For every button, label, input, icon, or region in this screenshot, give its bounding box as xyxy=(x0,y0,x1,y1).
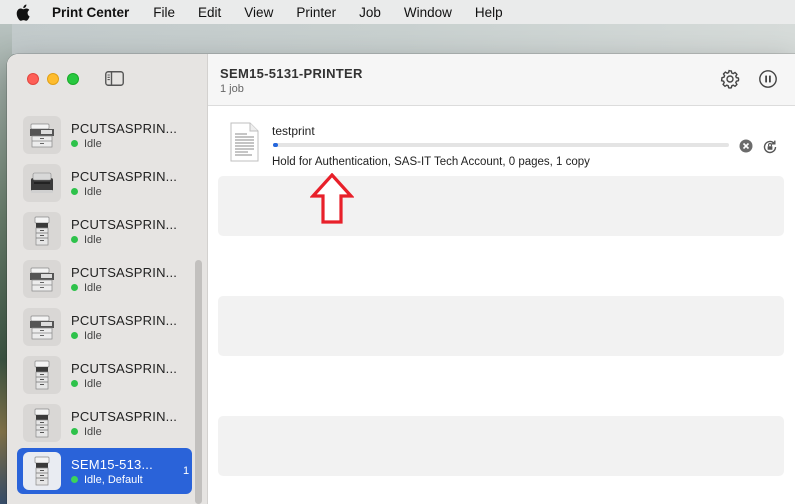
printer-text: PCUTSASPRIN... Idle xyxy=(71,361,179,390)
printer-name: PCUTSASPRIN... xyxy=(71,120,178,136)
printer-status: Idle, Default xyxy=(71,474,179,486)
printer-icon xyxy=(23,212,61,250)
printer-status-text: Idle xyxy=(84,281,102,294)
printer-list-item[interactable]: PCUTSASPRIN... Idle xyxy=(17,112,192,158)
settings-gear-icon[interactable] xyxy=(720,69,740,89)
menu-print-center[interactable]: Print Center xyxy=(52,5,129,20)
printer-text: PCUTSASPRIN... Idle xyxy=(71,169,179,198)
apple-icon[interactable] xyxy=(16,3,32,21)
printer-list-item[interactable]: PCUTSASPRIN... Idle xyxy=(17,352,192,398)
printer-text: SEM15-513... Idle, Default xyxy=(71,457,179,486)
printer-list-item[interactable]: PCUTSASPRIN... Idle xyxy=(17,160,192,206)
minimize-window-button[interactable] xyxy=(47,73,59,85)
status-dot-icon xyxy=(71,284,78,291)
printer-icon xyxy=(23,116,61,154)
printer-name: PCUTSASPRIN... xyxy=(71,264,178,280)
printer-status-text: Idle xyxy=(84,233,102,246)
printer-list-item[interactable]: PCUTSASPRIN... Idle xyxy=(17,400,192,446)
print-job-row[interactable]: testprint Hold for Authentication, SAS-I… xyxy=(228,122,783,174)
menu-window[interactable]: Window xyxy=(404,5,452,20)
status-dot-icon xyxy=(71,332,78,339)
printer-name: PCUTSASPRIN... xyxy=(71,312,178,328)
printer-name: PCUTSASPRIN... xyxy=(71,408,178,424)
window-controls xyxy=(27,73,87,85)
close-window-button[interactable] xyxy=(27,73,39,85)
printer-icon xyxy=(23,260,61,298)
sidebar: PCUTSASPRIN... Idle PCUTSASPRIN... Idle PCUT… xyxy=(7,54,208,504)
printer-status: Idle xyxy=(71,234,179,246)
printer-text: PCUTSASPRIN... Idle xyxy=(71,265,179,294)
printer-status: Idle xyxy=(71,378,179,390)
printer-text: PCUTSASPRIN... Idle xyxy=(71,121,179,150)
empty-job-row xyxy=(218,296,784,356)
printer-status-text: Idle xyxy=(84,329,102,342)
printer-icon xyxy=(23,308,61,346)
menu-view[interactable]: View xyxy=(244,5,273,20)
job-status-text: Hold for Authentication, SAS-IT Tech Acc… xyxy=(272,156,590,168)
status-dot-icon xyxy=(71,380,78,387)
printer-icon xyxy=(23,356,61,394)
job-count: 1 job xyxy=(220,83,244,95)
empty-job-row xyxy=(218,416,784,476)
printer-text: PCUTSASPRIN... Idle xyxy=(71,313,179,342)
printer-status: Idle xyxy=(71,138,179,150)
menu-bar: Print Center File Edit View Printer Job Window… xyxy=(0,0,795,24)
sidebar-scrollbar[interactable] xyxy=(195,260,202,504)
printer-name: PCUTSASPRIN... xyxy=(71,360,178,376)
status-dot-icon xyxy=(71,140,78,147)
print-center-window: PCUTSASPRIN... Idle PCUTSASPRIN... Idle PCUT… xyxy=(7,54,795,504)
menu-printer[interactable]: Printer xyxy=(296,5,336,20)
printer-status: Idle xyxy=(71,426,179,438)
empty-job-row xyxy=(218,176,784,236)
printer-status-text: Idle, Default xyxy=(84,473,143,486)
job-progress-bar xyxy=(273,143,729,147)
printer-list-item[interactable]: PCUTSASPRIN... Idle xyxy=(17,304,192,350)
printer-list-item[interactable]: SEM15-513... Idle, Default 1 xyxy=(17,448,192,494)
sidebar-toggle-icon[interactable] xyxy=(105,71,124,86)
cancel-job-icon[interactable] xyxy=(739,139,753,153)
status-dot-icon xyxy=(71,476,78,483)
zoom-window-button[interactable] xyxy=(67,73,79,85)
printer-status: Idle xyxy=(71,186,179,198)
printer-status-text: Idle xyxy=(84,137,102,150)
desktop-wallpaper xyxy=(0,24,795,54)
printer-name: SEM15-513... xyxy=(71,456,153,472)
menu-edit[interactable]: Edit xyxy=(198,5,221,20)
job-pane: SEM15-5131-PRINTER 1 job testprint Hold … xyxy=(208,54,795,504)
printer-status: Idle xyxy=(71,282,179,294)
printer-status-text: Idle xyxy=(84,425,102,438)
menu-help[interactable]: Help xyxy=(475,5,503,20)
job-progress-fill xyxy=(273,143,278,147)
printer-icon xyxy=(23,404,61,442)
document-icon xyxy=(228,122,260,162)
menu-file[interactable]: File xyxy=(153,5,175,20)
pause-printer-icon[interactable] xyxy=(758,69,778,89)
printer-job-count-badge: 1 xyxy=(183,465,190,477)
printer-status-text: Idle xyxy=(84,377,102,390)
printer-list-item[interactable]: PCUTSASPRIN... Idle xyxy=(17,208,192,254)
status-dot-icon xyxy=(71,428,78,435)
printer-status-text: Idle xyxy=(84,185,102,198)
printer-text: PCUTSASPRIN... Idle xyxy=(71,409,179,438)
printer-icon xyxy=(23,452,61,490)
printer-status: Idle xyxy=(71,330,179,342)
job-pane-header: SEM15-5131-PRINTER 1 job xyxy=(208,54,795,106)
printer-title: SEM15-5131-PRINTER xyxy=(220,66,363,81)
menu-job[interactable]: Job xyxy=(359,5,381,20)
red-up-arrow-annotation-icon xyxy=(309,172,355,225)
printer-name: PCUTSASPRIN... xyxy=(71,168,178,184)
printer-list-item[interactable]: PCUTSASPRIN... Idle xyxy=(17,256,192,302)
resume-job-icon[interactable] xyxy=(762,139,778,155)
printer-name: PCUTSASPRIN... xyxy=(71,216,178,232)
status-dot-icon xyxy=(71,236,78,243)
status-dot-icon xyxy=(71,188,78,195)
job-name: testprint xyxy=(272,124,315,138)
printer-text: PCUTSASPRIN... Idle xyxy=(71,217,179,246)
printer-icon xyxy=(23,164,61,202)
